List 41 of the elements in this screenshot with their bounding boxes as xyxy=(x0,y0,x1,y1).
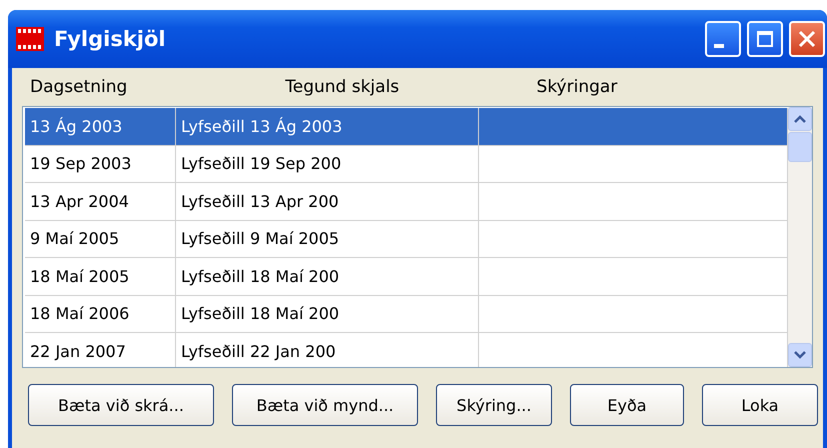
table-cell: Lyfseðill 19 Sep 200 xyxy=(176,146,479,182)
table-cell: Lyfseðill 22 Jan 200 xyxy=(176,333,479,367)
minimize-button[interactable] xyxy=(705,21,741,57)
scroll-down-button[interactable] xyxy=(788,343,812,367)
table-cell: 13 Ág 2003 xyxy=(25,108,176,144)
table-row[interactable]: 19 Sep 2003 Lyfseðill 19 Sep 200 xyxy=(25,146,788,183)
table-cell: 18 Maí 2006 xyxy=(25,296,176,332)
dialog-button[interactable]: Skýring... xyxy=(436,384,552,426)
column-header: Skýringar xyxy=(536,77,618,97)
maximize-button[interactable] xyxy=(747,21,783,57)
chevron-down-icon xyxy=(793,350,807,360)
maximize-icon xyxy=(756,30,774,48)
table-row[interactable]: 18 Maí 2006 Lyfseðill 18 Maí 200 xyxy=(25,296,788,333)
table-row[interactable]: 13 Apr 2004 Lyfseðill 13 Apr 200 xyxy=(25,183,788,220)
table-cell: Lyfseðill 9 Maí 2005 xyxy=(176,220,479,257)
table-cell: Lyfseðill 18 Maí 200 xyxy=(176,258,479,294)
table-cell: Lyfseðill 18 Maí 200 xyxy=(176,296,479,332)
dialog-button[interactable]: Loka xyxy=(702,384,818,426)
table-cell: Lyfseðill 13 Apr 200 xyxy=(176,183,479,220)
table-cell: 22 Jan 2007 xyxy=(25,333,176,367)
dialog-button[interactable]: Bæta við mynd... xyxy=(232,384,418,426)
table-cell: 9 Maí 2005 xyxy=(25,220,176,257)
table-cell: Lyfseðill 13 Ág 2003 xyxy=(176,108,479,144)
column-header: Tegund skjals xyxy=(285,77,400,97)
column-header: Dagsetning xyxy=(30,77,128,97)
table-cell: 19 Sep 2003 xyxy=(25,146,176,182)
table-cell: 13 Apr 2004 xyxy=(25,183,176,220)
close-button[interactable] xyxy=(789,21,825,57)
dialog-button[interactable]: Eyða xyxy=(570,384,684,426)
table-cell: 18 Maí 2005 xyxy=(25,258,176,294)
chevron-up-icon xyxy=(793,114,807,124)
window-title: Fylgiskjöl xyxy=(54,27,166,51)
scroll-up-button[interactable] xyxy=(788,107,812,131)
scroll-thumb[interactable] xyxy=(788,132,812,162)
close-icon xyxy=(797,29,817,49)
film-strip-icon xyxy=(16,27,44,51)
dialog-button[interactable]: Bæta við skrá... xyxy=(28,384,214,426)
table-row[interactable]: 9 Maí 2005 Lyfseðill 9 Maí 2005 xyxy=(25,220,788,258)
minimize-icon xyxy=(714,44,724,48)
table-row[interactable]: 13 Ág 2003 Lyfseðill 13 Ág 2003 xyxy=(25,108,788,146)
table-row[interactable]: 18 Maí 2005 Lyfseðill 18 Maí 200 xyxy=(25,258,788,296)
